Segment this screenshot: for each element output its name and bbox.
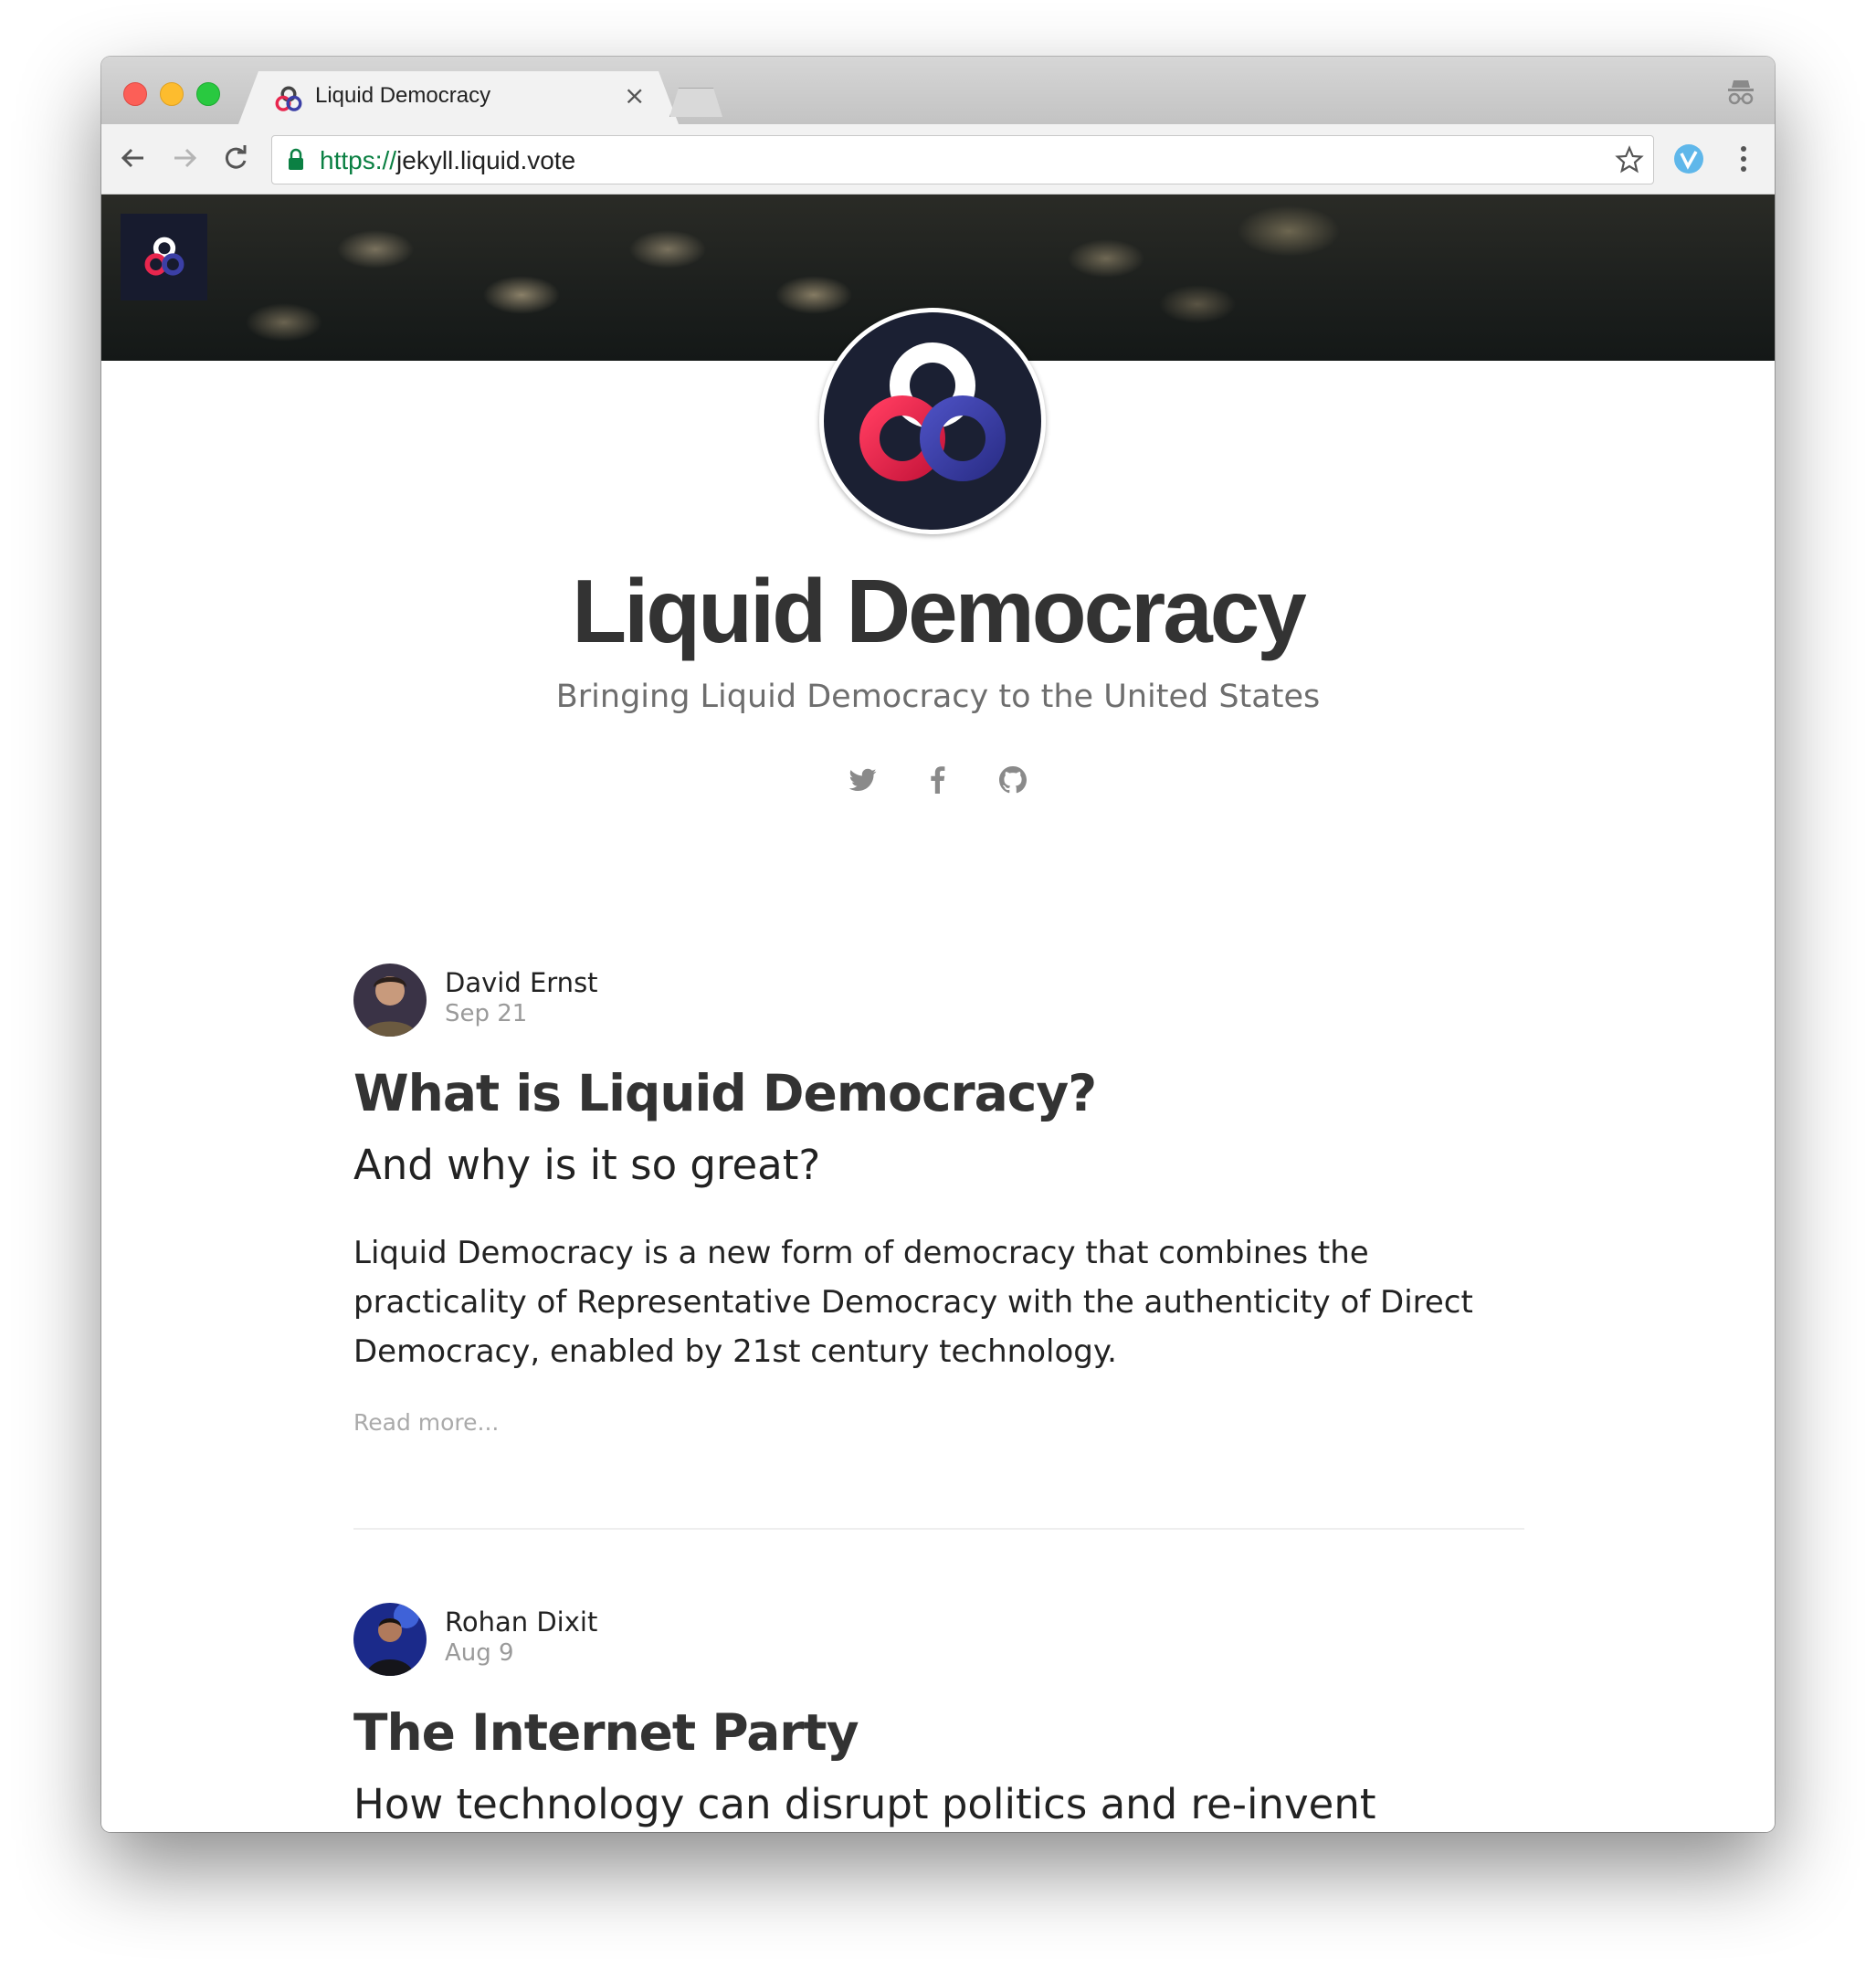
lock-icon	[289, 148, 303, 170]
site-subtitle: Bringing Liquid Democracy to the United …	[555, 679, 1321, 715]
close-window-button[interactable]	[123, 82, 147, 106]
site-title: Liquid Democracy	[572, 561, 1307, 661]
browser-window: Liquid Democracy × https://jekyll.liquid…	[101, 57, 1775, 1832]
tab-liquid-democracy[interactable]: Liquid Democracy ×	[238, 71, 679, 124]
url-text: https://jekyll.liquid.vote	[320, 146, 575, 175]
post-date: Aug 9	[445, 1639, 514, 1667]
forward-arrow-icon[interactable]	[169, 142, 200, 174]
favicon-icon	[275, 86, 302, 111]
tab-strip: Liquid Democracy ×	[101, 57, 1775, 124]
url-host: jekyll.liquid.vote	[396, 146, 576, 174]
back-arrow-icon[interactable]	[118, 142, 149, 174]
twitter-icon[interactable]	[848, 764, 879, 795]
post-title[interactable]: What is Liquid Democracy?	[353, 1064, 1097, 1122]
author-avatar[interactable]	[353, 964, 427, 1037]
post-date: Sep 21	[445, 1000, 528, 1027]
post-title[interactable]: The Internet Party	[353, 1703, 859, 1762]
reload-icon[interactable]	[220, 142, 251, 174]
author-name[interactable]: David Ernst	[445, 967, 598, 998]
liquid-democracy-logo-icon	[859, 342, 1006, 481]
tab-title: Liquid Democracy	[315, 83, 491, 108]
author-name[interactable]: Rohan Dixit	[445, 1606, 597, 1638]
logo-icon	[144, 237, 184, 276]
new-tab-button[interactable]	[669, 88, 722, 117]
social-links	[101, 764, 1775, 801]
home-logo-button[interactable]	[121, 214, 207, 300]
incognito-icon	[1728, 80, 1754, 105]
menu-dots-icon[interactable]	[1733, 142, 1755, 175]
post-excerpt: Liquid Democracy is a new form of democr…	[353, 1235, 1473, 1370]
post-subtitle: How technology can disrupt politics and …	[353, 1780, 1376, 1828]
page-content: Liquid Democracy Bringing Liquid Democra…	[101, 195, 1775, 1832]
minimize-window-button[interactable]	[160, 82, 184, 106]
url-scheme: https://	[320, 146, 397, 174]
github-icon[interactable]	[997, 764, 1028, 795]
maximize-window-button[interactable]	[196, 82, 220, 106]
facebook-icon[interactable]	[922, 764, 954, 795]
post-divider	[353, 1528, 1524, 1530]
read-more-link[interactable]: Read more...	[353, 1409, 499, 1436]
browser-toolbar: https://jekyll.liquid.vote	[101, 124, 1775, 195]
address-bar[interactable]: https://jekyll.liquid.vote	[271, 135, 1654, 184]
author-avatar[interactable]	[353, 1603, 427, 1676]
hero-logo	[819, 308, 1046, 534]
tab-close-icon[interactable]: ×	[624, 80, 645, 111]
extension-icon[interactable]	[1672, 142, 1705, 175]
post-subtitle: And why is it so great?	[353, 1141, 821, 1189]
bookmark-star-icon[interactable]	[1615, 145, 1644, 174]
